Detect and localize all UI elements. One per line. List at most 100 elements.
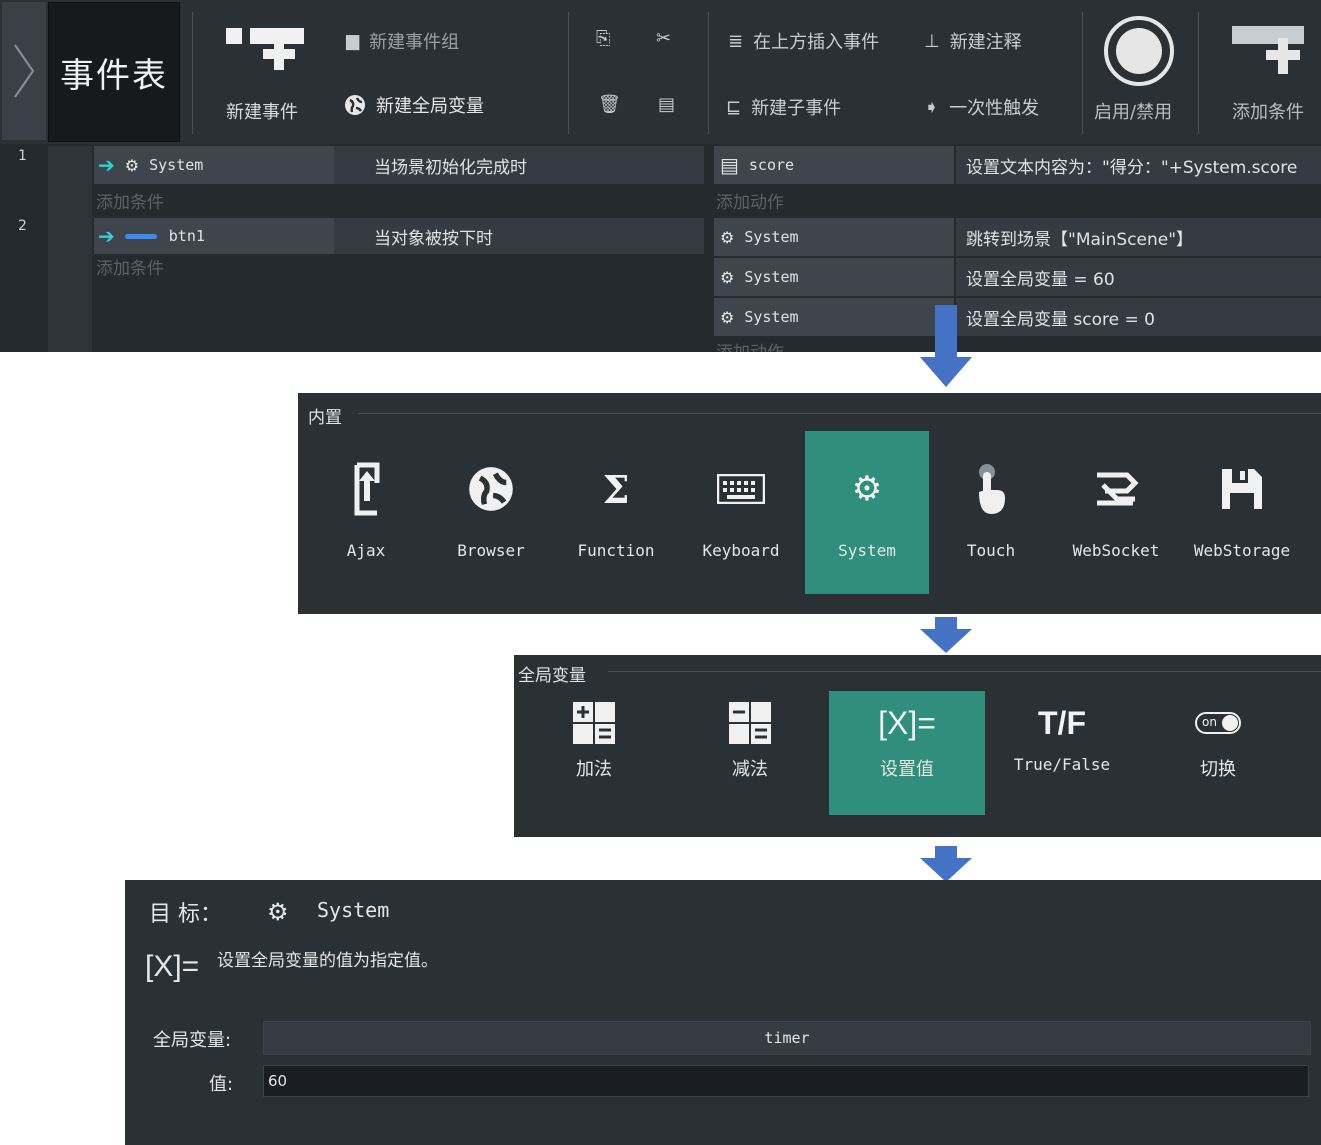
add-action-link[interactable]: 添加动作 xyxy=(716,188,784,213)
action-tile-set-value[interactable]: [X]= 设置值 xyxy=(829,691,985,815)
condition-text: 当场景初始化完成时 xyxy=(374,157,527,178)
scissors-icon: ✂ xyxy=(656,28,672,49)
event-number: 2 xyxy=(18,218,27,234)
condition-object-cell[interactable]: ➔ ⚙ System xyxy=(94,146,336,184)
object-tile-browser[interactable]: Browser xyxy=(429,431,553,594)
action-text-cell[interactable]: 设置文本内容为："得分："+System.score xyxy=(956,146,1321,184)
expand-toolbar-button[interactable] xyxy=(2,2,46,140)
tile-label: 切换 xyxy=(1200,759,1236,780)
divider xyxy=(192,12,193,134)
new-global-var-button[interactable]: 新建全局变量 xyxy=(344,92,484,118)
object-tile-websocket[interactable]: WebSocket xyxy=(1054,431,1178,594)
chevron-right-icon xyxy=(14,44,35,98)
action-object-cell[interactable]: ⚙ System xyxy=(714,218,954,256)
add-condition-button[interactable]: 添加条件 xyxy=(1204,10,1321,136)
new-sub-event-button[interactable]: ⊑ 新建子事件 xyxy=(726,94,841,120)
gears-icon: ⚙ xyxy=(124,155,140,175)
action-text-cell[interactable]: 跳转到场景【"MainScene"】 xyxy=(956,218,1321,256)
action-object-name: System xyxy=(744,268,799,286)
cut-button[interactable]: ✂ xyxy=(656,28,671,49)
arrow-right-icon: ➔ xyxy=(98,153,115,177)
builtin-objects-panel: 内置 Ajax Browser Σ Function Keyboard ⚙ Sy… xyxy=(298,393,1321,614)
new-event-button[interactable]: 新建事件 xyxy=(206,14,318,134)
add-condition-link[interactable]: 添加条件 xyxy=(96,188,164,213)
sheet-title-text: 事件表 xyxy=(60,55,168,96)
object-tile-touch[interactable]: Touch xyxy=(929,431,1053,594)
touch-icon xyxy=(973,459,1009,519)
add-condition-link[interactable]: 添加条件 xyxy=(96,254,164,279)
action-text-cell[interactable]: 设置全局变量 = 60 xyxy=(956,258,1321,296)
action-parameters-panel: 目 标： ⚙ System [X]= 设置全局变量的值为指定值。 全局变量: t… xyxy=(125,880,1321,1145)
object-tile-ajax[interactable]: Ajax xyxy=(304,431,428,594)
trigger-once-icon: ➧ xyxy=(924,96,940,118)
divider xyxy=(708,12,709,134)
global-variable-actions-panel: 全局变量 加法 减法 [X]= 设置值 T/F True/False on 切换 xyxy=(514,655,1321,837)
toggle-on-text: on xyxy=(1202,715,1217,729)
action-object-cell[interactable]: ▤ score xyxy=(714,146,954,184)
action-text-cell[interactable]: 设置全局变量 score = 0 xyxy=(956,298,1321,336)
condition-text-cell[interactable]: 当场景初始化完成时 xyxy=(334,146,704,184)
tile-label: Ajax xyxy=(346,541,386,560)
add-action-link[interactable]: 添加动作 xyxy=(716,338,784,352)
new-sub-event-label: 新建子事件 xyxy=(751,98,842,119)
global-var-value: timer xyxy=(764,1029,810,1047)
action-description: 设置全局变量的值为指定值。 xyxy=(217,951,438,971)
insert-above-label: 在上方插入事件 xyxy=(753,32,880,53)
event-sheet-panel: 事件表 新建事件 ▆ 新建事件组 新建全局变量 ⎘ ✂ 🗑 ▤ ≣ 在上方插入事件 xyxy=(0,0,1321,352)
gears-icon: ⚙ xyxy=(851,469,883,509)
divider xyxy=(1198,12,1199,134)
tile-label: True/False xyxy=(1013,755,1111,774)
new-comment-button[interactable]: ⊥ 新建注释 xyxy=(924,28,1022,54)
flow-arrow-icon xyxy=(920,846,972,882)
set-value-icon: [X]= xyxy=(878,704,936,741)
gears-icon: ⚙ xyxy=(267,898,289,926)
group-title: 全局变量 xyxy=(518,666,586,686)
object-tile-system[interactable]: ⚙ System xyxy=(805,431,929,594)
action-tile-toggle[interactable]: on 切换 xyxy=(1140,691,1296,815)
arrow-right-icon: ➔ xyxy=(98,224,115,248)
true-false-icon: T/F xyxy=(1038,704,1086,741)
add-condition-label: 添加条件 xyxy=(1232,102,1304,123)
action-object-cell[interactable]: ⚙ System xyxy=(714,258,954,296)
trigger-once-label: 一次性触发 xyxy=(949,98,1040,119)
object-tile-function[interactable]: Σ Function xyxy=(554,431,678,594)
delete-button[interactable]: 🗑 xyxy=(598,94,621,115)
action-object-name: System xyxy=(744,228,799,246)
add-condition-icon xyxy=(1232,26,1304,74)
toggle-icon: on xyxy=(1195,701,1241,745)
event-number: 1 xyxy=(18,148,27,164)
copy-button[interactable]: ⎘ xyxy=(596,28,610,49)
tile-label: 减法 xyxy=(732,759,768,780)
paste-button[interactable]: ▤ xyxy=(658,94,675,115)
new-event-group-label: 新建事件组 xyxy=(369,32,460,53)
action-object-cell[interactable]: ⚙ System xyxy=(714,298,954,336)
condition-object-cell[interactable]: ➔ btn1 xyxy=(94,218,336,254)
gears-icon: ⚙ xyxy=(720,227,735,247)
insert-above-button[interactable]: ≣ 在上方插入事件 xyxy=(728,28,879,54)
globe-icon xyxy=(467,459,515,519)
value-input[interactable]: 60 xyxy=(263,1065,1309,1097)
target-label: 目 标： xyxy=(149,902,222,927)
enable-disable-button[interactable]: 启用/禁用 xyxy=(1086,10,1192,136)
action-object-name: System xyxy=(744,308,799,326)
websocket-icon xyxy=(1093,459,1139,519)
object-tile-keyboard[interactable]: Keyboard xyxy=(679,431,803,594)
keyboard-icon xyxy=(717,459,765,519)
sub-event-icon: ⊑ xyxy=(726,96,742,118)
new-event-label: 新建事件 xyxy=(226,102,298,123)
condition-object-name: System xyxy=(149,156,204,174)
copy-icon: ⎘ xyxy=(596,28,611,49)
condition-text-cell[interactable]: 当对象被按下时 xyxy=(334,218,704,254)
trigger-once-button[interactable]: ➧ 一次性触发 xyxy=(924,94,1039,120)
new-event-group-button[interactable]: ▆ 新建事件组 xyxy=(346,28,459,54)
tile-label: Touch xyxy=(966,541,1016,560)
action-tile-add[interactable]: 加法 xyxy=(516,691,672,815)
value-label: 值: xyxy=(209,1074,234,1095)
tile-label: Browser xyxy=(457,541,525,560)
action-tile-subtract[interactable]: 减法 xyxy=(672,691,828,815)
action-tile-true-false[interactable]: T/F True/False xyxy=(984,691,1140,815)
tile-label: WebSocket xyxy=(1072,541,1160,560)
object-tile-webstorage[interactable]: WebStorage xyxy=(1180,431,1304,594)
event-margin-column xyxy=(48,146,92,352)
global-var-select[interactable]: timer xyxy=(263,1021,1311,1055)
